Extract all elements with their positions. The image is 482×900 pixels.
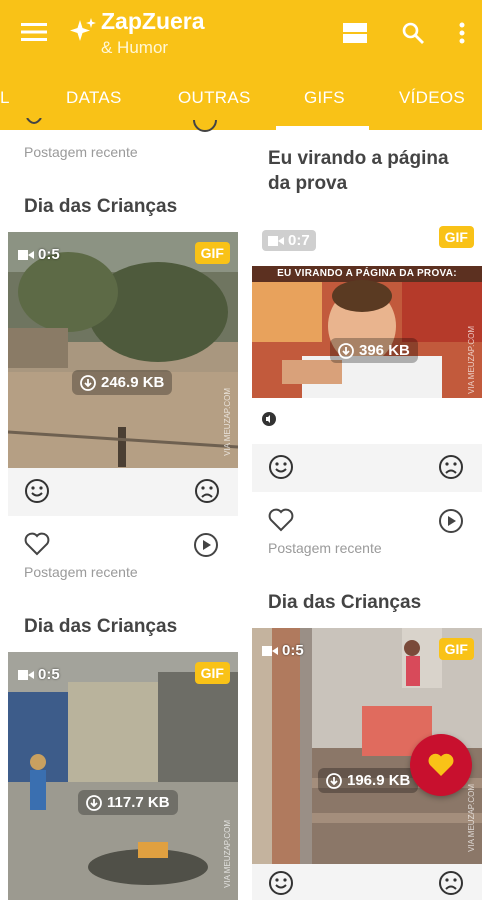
- download-size[interactable]: 117.7 KB: [78, 790, 178, 815]
- view-toggle-icon[interactable]: [340, 20, 370, 46]
- image-caption: EU VIRANDO A PÁGINA DA PROVA:: [277, 268, 457, 279]
- reaction-bar: [252, 864, 482, 900]
- card-title: Eu virando a página da prova: [268, 148, 449, 194]
- menu-icon[interactable]: [18, 18, 50, 46]
- download-size[interactable]: 396 KB: [330, 338, 418, 363]
- watermark: VIA MEUZAP.COM: [467, 784, 476, 852]
- size-text: 396 KB: [359, 342, 410, 359]
- duration-text: 0:5: [38, 666, 60, 683]
- tab-outras[interactable]: OUTRAS: [178, 88, 251, 108]
- video-camera-icon: [268, 235, 284, 246]
- video-camera-icon: [262, 645, 278, 656]
- smile-icon[interactable]: [268, 870, 294, 896]
- gif-thumbnail[interactable]: 0:5 GIF 117.7 KB VIA MEUZAP.COM: [8, 652, 238, 900]
- gif-badge: GIF: [194, 242, 230, 264]
- download-icon: [326, 772, 342, 789]
- download-icon: [86, 794, 102, 811]
- tab-bar: L DATAS OUTRAS GIFS VÍDEOS: [0, 72, 482, 130]
- gif-image: [252, 266, 482, 398]
- tab-datas[interactable]: DATAS: [66, 88, 122, 108]
- left-column: Postagem recente Dia das Crianças 0:5 GI…: [0, 117, 246, 900]
- card-title: Dia das Crianças: [268, 592, 422, 613]
- card-title: Dia das Crianças: [24, 196, 178, 217]
- tab-partial[interactable]: L: [0, 88, 10, 108]
- play-circle-icon[interactable]: [193, 532, 219, 558]
- gif-thumbnail[interactable]: 0:7 GIF EU VIRANDO A PÁGINA DA PROVA: 39…: [252, 216, 482, 438]
- download-size[interactable]: 246.9 KB: [72, 370, 173, 395]
- smile-icon[interactable]: [268, 454, 294, 480]
- watermark: VIA MEUZAP.COM: [223, 820, 232, 888]
- download-icon: [338, 342, 354, 359]
- tab-videos[interactable]: VÍDEOS: [399, 88, 465, 108]
- gif-badge: GIF: [438, 638, 474, 660]
- duration-text: 0:7: [288, 232, 310, 249]
- card-title: Dia das Crianças: [24, 616, 178, 637]
- duration-text: 0:5: [38, 246, 60, 263]
- play-circle-icon[interactable]: [192, 119, 218, 136]
- duration-text: 0:5: [282, 642, 304, 659]
- duration-label: 0:7: [262, 230, 316, 251]
- sad-icon[interactable]: [438, 454, 464, 480]
- size-text: 196.9 KB: [347, 772, 411, 789]
- reaction-bar: [8, 468, 238, 516]
- download-icon: [80, 374, 96, 391]
- gif-image: [8, 232, 238, 468]
- reaction-bar: [252, 444, 482, 492]
- sad-icon[interactable]: [438, 870, 464, 896]
- smile-icon[interactable]: [24, 478, 50, 504]
- post-meta: Postagem recente: [268, 540, 382, 556]
- video-camera-icon: [18, 669, 34, 680]
- duration-label: 0:5: [18, 666, 60, 683]
- play-circle-icon[interactable]: [438, 508, 464, 534]
- heart-outline-icon[interactable]: [24, 117, 44, 136]
- app-subtitle: & Humor: [101, 38, 169, 57]
- duration-label: 0:5: [262, 642, 304, 659]
- gif-image: [8, 652, 238, 900]
- tab-gifs[interactable]: GIFS: [304, 88, 345, 108]
- size-text: 117.7 KB: [107, 794, 170, 811]
- search-icon[interactable]: [398, 18, 428, 48]
- watermark: VIA MEUZAP.COM: [467, 326, 476, 394]
- sad-icon[interactable]: [194, 478, 220, 504]
- sparkle-icon: [68, 16, 98, 46]
- heart-outline-icon[interactable]: [24, 532, 50, 558]
- heart-filled-icon: [428, 753, 454, 776]
- duration-label: 0:5: [18, 246, 60, 263]
- gif-thumbnail[interactable]: 0:5 GIF 246.9 KB VIA MEUZAP.COM: [8, 232, 238, 468]
- heart-outline-icon[interactable]: [268, 508, 294, 534]
- gif-badge: GIF: [194, 662, 230, 684]
- favorites-fab[interactable]: [410, 734, 472, 796]
- more-vert-icon[interactable]: [450, 18, 474, 48]
- watermark: VIA MEUZAP.COM: [223, 388, 232, 456]
- post-meta: Postagem recente: [24, 564, 138, 580]
- gif-badge: GIF: [438, 226, 474, 248]
- download-size[interactable]: 196.9 KB: [318, 768, 419, 793]
- app-title: ZapZuera: [101, 8, 205, 34]
- post-meta: Postagem recente: [24, 144, 138, 160]
- size-text: 246.9 KB: [101, 374, 165, 391]
- video-camera-icon: [18, 249, 34, 260]
- app-bar: ZapZuera & Humor L DATAS OUTRAS GIFS VÍD…: [0, 0, 482, 130]
- volume-icon[interactable]: [262, 412, 276, 431]
